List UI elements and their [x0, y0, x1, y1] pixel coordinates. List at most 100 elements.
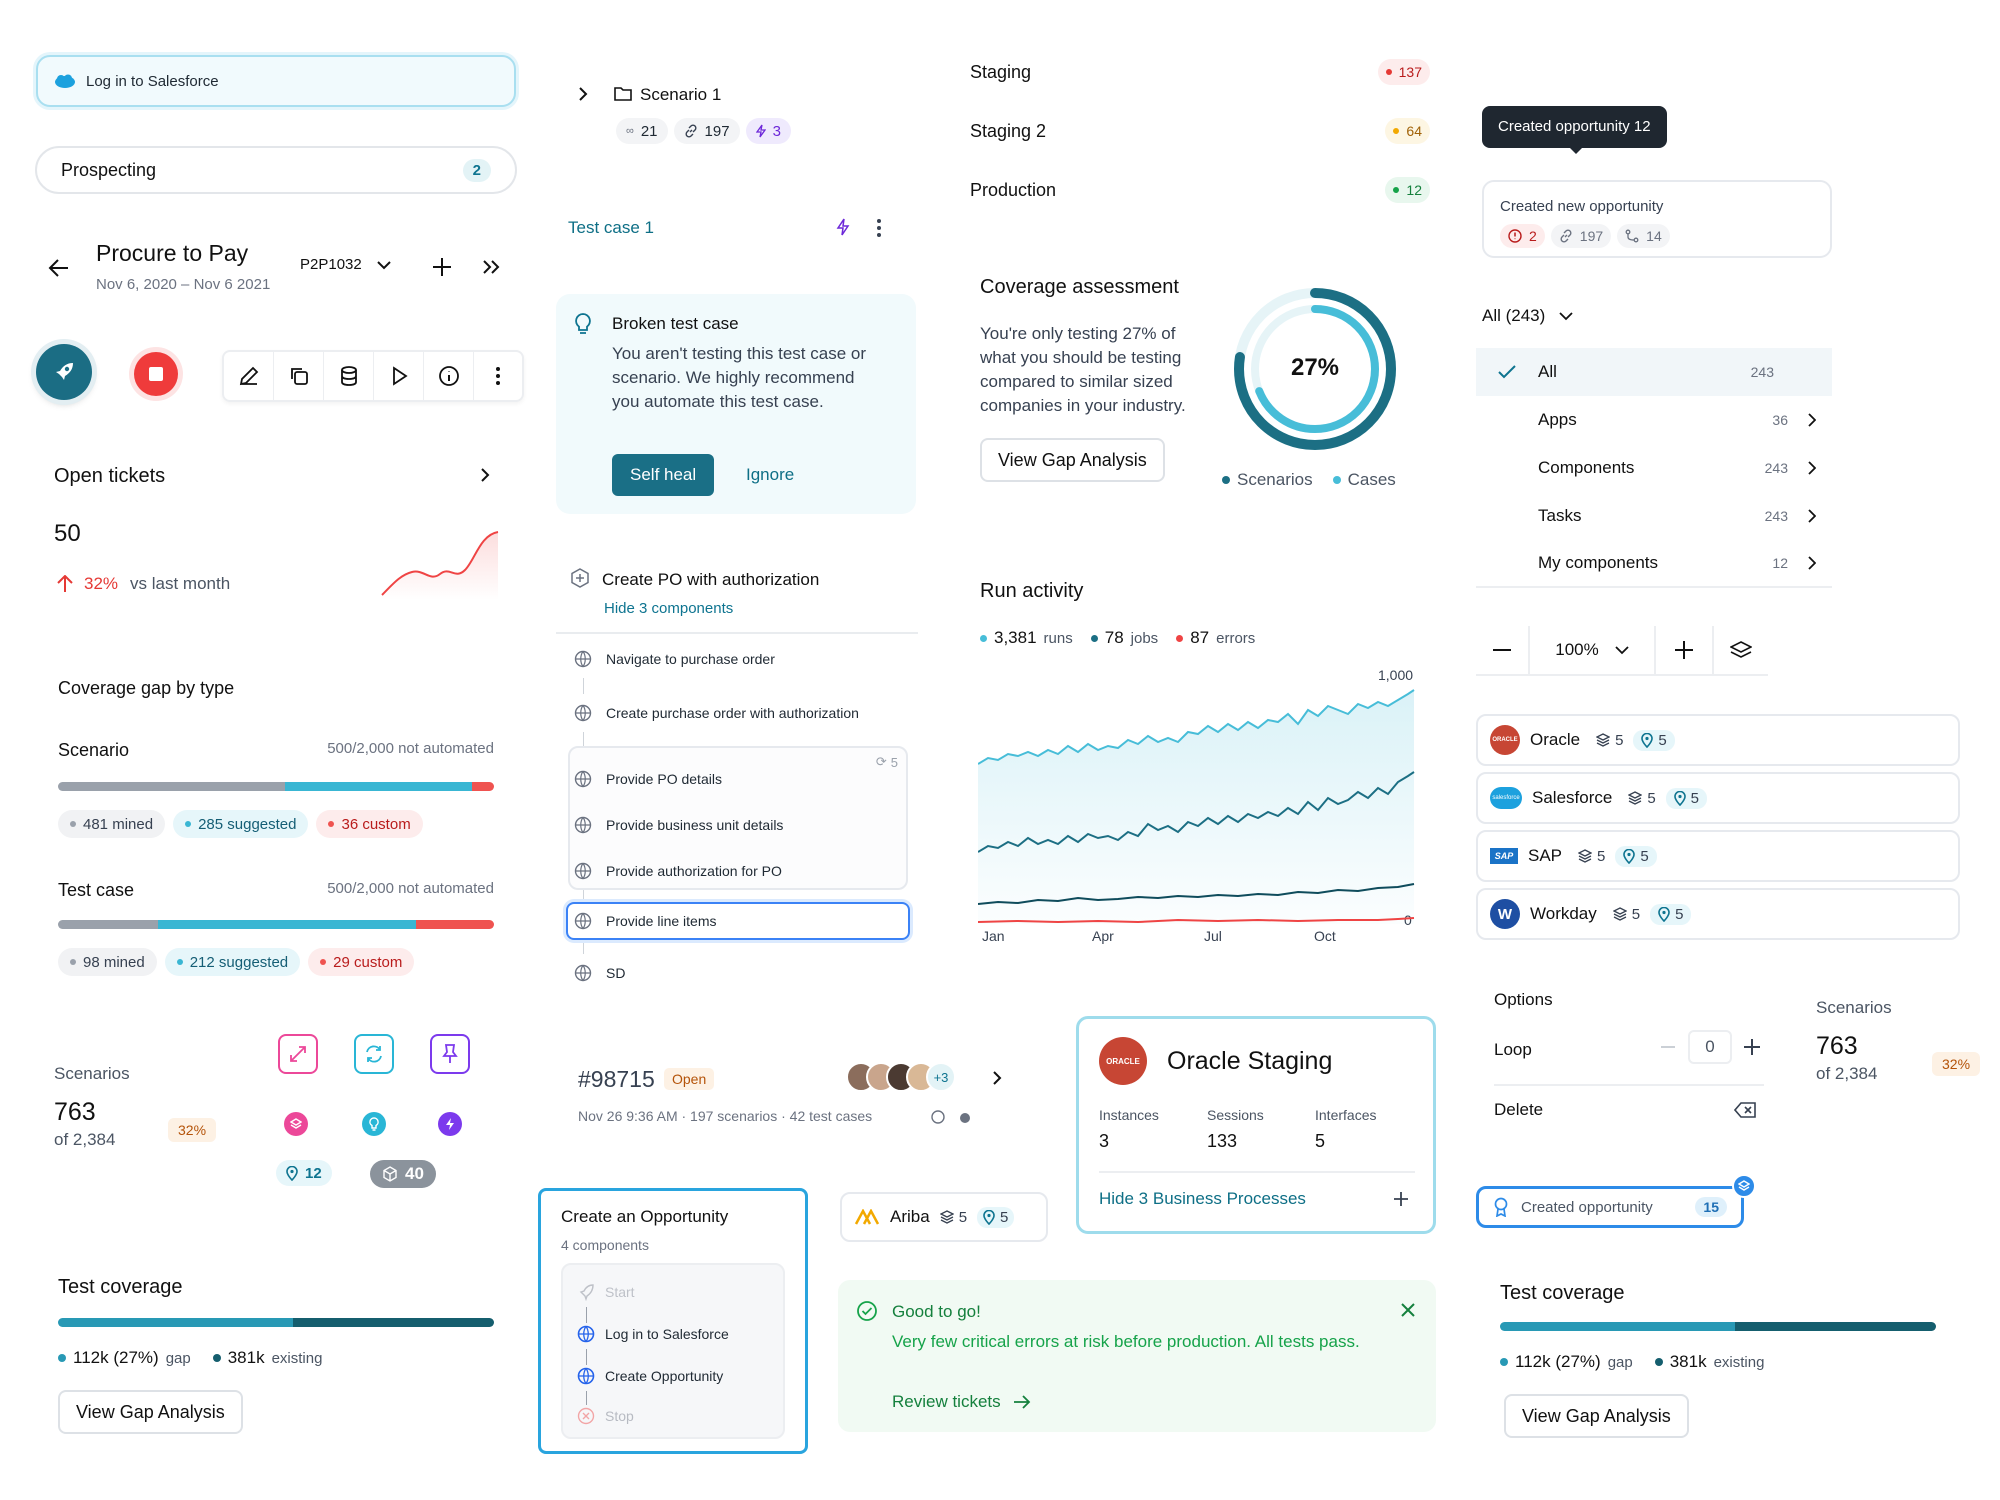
created-opportunity-pill[interactable]: Created opportunity 15 [1476, 1186, 1744, 1228]
flow-step[interactable]: Create Opportunity [577, 1367, 723, 1385]
suggested-chip: 212 suggested [164, 948, 301, 976]
stat-value: 133 [1207, 1131, 1238, 1151]
info-icon[interactable] [424, 352, 474, 400]
layers-icon[interactable] [1714, 626, 1768, 674]
back-arrow-icon[interactable] [48, 258, 70, 278]
pins-count: 5 [1690, 789, 1700, 807]
chain-chip: 197 [673, 118, 740, 144]
env-row[interactable]: Staging 137 [970, 56, 1430, 88]
app-row-workday[interactable]: W Workday 5 5 [1476, 888, 1960, 940]
stop-button[interactable] [134, 352, 178, 396]
step-label: Provide line items [606, 913, 717, 929]
good-body: Very few critical errors at risk before … [892, 1332, 1360, 1351]
test-coverage-bar [58, 1318, 494, 1327]
hide-business-processes-link[interactable]: Hide 3 Business Processes [1099, 1189, 1306, 1209]
app-name: Salesforce [1532, 788, 1613, 807]
view-gap-analysis-button[interactable]: View Gap Analysis [1504, 1394, 1689, 1438]
step-item[interactable]: Provide PO details [574, 770, 722, 788]
filter-item-components[interactable]: Components 243 [1476, 444, 1832, 492]
ariba-card[interactable]: Ariba 5 5 [840, 1192, 1048, 1242]
opportunity-card[interactable]: Create an Opportunity 4 components Start… [538, 1188, 808, 1454]
mined-chip: 481 mined [58, 810, 166, 838]
step-item[interactable]: Provide business unit details [574, 816, 783, 834]
env-row[interactable]: Production 12 [970, 174, 1430, 206]
legend-cases: Cases [1347, 470, 1396, 489]
chevron-right-icon[interactable] [480, 467, 490, 483]
ticket-status-badge: Open [664, 1068, 715, 1090]
testcase1-title[interactable]: Test case 1 [568, 218, 654, 238]
chevron-right-icon [1808, 461, 1816, 475]
prospecting-pill[interactable]: Prospecting 2 [35, 146, 517, 194]
globe-icon [577, 1367, 595, 1385]
chevron-right-icon[interactable] [578, 86, 588, 102]
env-count-badge: 64 [1385, 118, 1430, 144]
pin-icon[interactable] [430, 1034, 470, 1074]
env-row[interactable]: Staging 2 64 [970, 115, 1430, 147]
filter-item-count: 36 [1772, 412, 1788, 428]
plus-icon[interactable] [1742, 1039, 1762, 1055]
bolt-dot-icon [438, 1112, 462, 1136]
login-pill[interactable]: Log in to Salesforce [36, 55, 516, 107]
zoom-in-button[interactable] [1656, 626, 1714, 674]
chevron-right-icon[interactable] [992, 1070, 1002, 1086]
step-item[interactable]: SD [574, 964, 625, 982]
created-new-opportunity-card[interactable]: Created new opportunity 2 197 14 [1482, 180, 1832, 258]
layers-icon [1628, 791, 1643, 805]
review-tickets-link[interactable]: Review tickets [892, 1392, 1031, 1412]
scenarios-pct-badge: 32% [1932, 1052, 1981, 1076]
project-code-select[interactable]: P2P1032 [300, 256, 392, 273]
zoom-select[interactable]: 100% [1530, 626, 1656, 674]
database-icon[interactable] [324, 352, 374, 400]
globe-icon [574, 704, 592, 722]
pencil-icon[interactable] [224, 352, 274, 400]
expand-icon[interactable] [278, 1034, 318, 1074]
minus-icon[interactable] [1658, 1046, 1678, 1048]
more-vertical-icon[interactable] [474, 352, 522, 400]
env-count-badge: 12 [1385, 177, 1430, 203]
plus-icon[interactable] [1393, 1191, 1409, 1207]
zoom-out-button[interactable] [1476, 626, 1530, 674]
bolt-icon[interactable] [836, 218, 850, 236]
flow-step[interactable]: Log in to Salesforce [577, 1325, 729, 1343]
step-item[interactable]: Navigate to purchase order [574, 650, 775, 668]
close-icon[interactable] [1400, 1302, 1416, 1318]
avatar-stack[interactable]: +3 [846, 1062, 956, 1092]
layers-chip: 5 [939, 1209, 967, 1226]
filter-item-apps[interactable]: Apps 36 [1476, 396, 1832, 444]
hide-components-link[interactable]: Hide 3 components [604, 600, 733, 617]
run-activity-chart [978, 689, 1415, 924]
double-chevron-right-icon[interactable] [482, 260, 500, 274]
view-gap-analysis-button[interactable]: View Gap Analysis [58, 1390, 243, 1434]
app-row-salesforce[interactable]: salesforce Salesforce 5 5 [1476, 772, 1960, 824]
branch-icon [1625, 229, 1639, 243]
plus-icon[interactable] [432, 257, 452, 277]
step-item[interactable]: Provide authorization for PO [574, 862, 782, 880]
step-item[interactable]: Create purchase order with authorization [574, 704, 859, 722]
backspace-icon[interactable] [1734, 1102, 1756, 1118]
app-row-oracle[interactable]: ORACLE Oracle 5 5 [1476, 714, 1960, 766]
rocket-button[interactable] [36, 344, 92, 400]
ticket-id[interactable]: #98715 [578, 1066, 655, 1093]
map-pin-icon [1623, 848, 1636, 864]
pin-count: 12 [305, 1164, 322, 1182]
filter-item-tasks[interactable]: Tasks 243 [1476, 492, 1832, 540]
selected-step[interactable]: Provide line items [566, 902, 910, 940]
play-icon[interactable] [374, 352, 424, 400]
delete-label[interactable]: Delete [1494, 1100, 1543, 1120]
filter-item-my-components[interactable]: My components 12 [1476, 540, 1832, 588]
self-heal-button[interactable]: Self heal [612, 454, 715, 496]
view-gap-analysis-button[interactable]: View Gap Analysis [980, 438, 1165, 482]
refresh-icon[interactable] [354, 1034, 394, 1074]
created-opportunity-label: Created opportunity [1521, 1198, 1653, 1216]
bolt-chip: 3 [745, 118, 791, 144]
flow-step-label: Stop [605, 1408, 634, 1424]
filter-dropdown[interactable]: All (243) [1482, 306, 1573, 326]
app-row-sap[interactable]: SAP SAP 5 5 [1476, 830, 1960, 882]
filter-item-all[interactable]: All 243 [1476, 348, 1832, 396]
ignore-button[interactable]: Ignore [746, 454, 794, 496]
more-vertical-icon[interactable] [876, 218, 882, 238]
opportunity-title: Create an Opportunity [561, 1207, 729, 1226]
broken-title: Broken test case [612, 314, 739, 333]
loop-stepper[interactable]: 0 [1658, 1030, 1762, 1064]
copy-icon[interactable] [274, 352, 324, 400]
